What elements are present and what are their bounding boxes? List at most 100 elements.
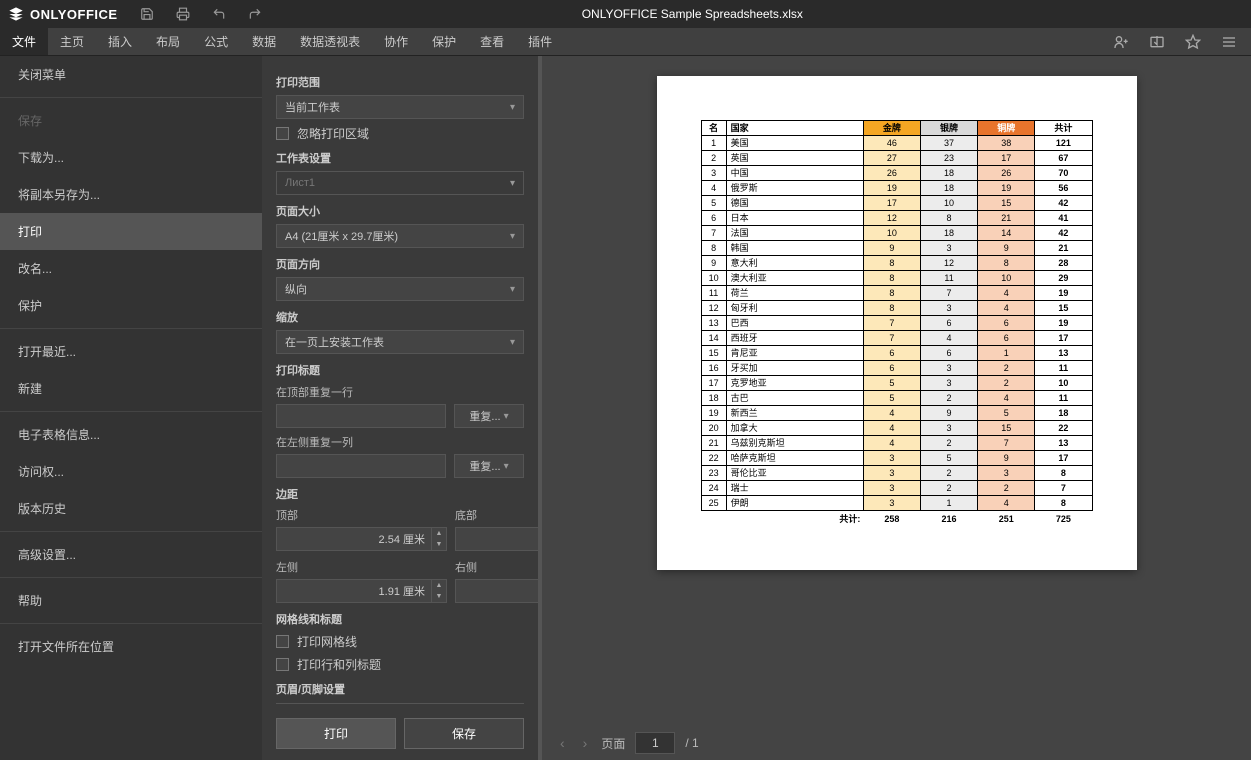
document-title: ONLYOFFICE Sample Spreadsheets.xlsx bbox=[142, 7, 1243, 21]
open-location-icon[interactable] bbox=[1149, 34, 1165, 50]
margin-left-input[interactable] bbox=[277, 585, 431, 597]
header-footer-label: 页眉/页脚设置 bbox=[276, 681, 524, 704]
sidebar-save-copy-as[interactable]: 将副本另存为... bbox=[0, 176, 262, 213]
prev-page-icon[interactable]: ‹ bbox=[556, 735, 569, 751]
sheet-settings-label: 工作表设置 bbox=[276, 150, 524, 166]
repeat-top-input[interactable] bbox=[276, 404, 446, 428]
table-row: 4俄罗斯19181956 bbox=[701, 181, 1092, 196]
menu-10[interactable]: 插件 bbox=[516, 28, 564, 55]
print-gridlines-label: 打印网格线 bbox=[297, 633, 357, 650]
page-total: / 1 bbox=[685, 736, 698, 750]
menu-6[interactable]: 数据透视表 bbox=[288, 28, 372, 55]
print-gridlines-checkbox[interactable] bbox=[276, 635, 289, 648]
chevron-down-icon: ▾ bbox=[510, 102, 515, 113]
chevron-down-icon: ▾ bbox=[504, 461, 509, 472]
star-icon[interactable] bbox=[1185, 34, 1201, 50]
up-icon[interactable]: ▲ bbox=[432, 528, 446, 539]
table-row: 19新西兰49518 bbox=[701, 406, 1092, 421]
titlebar: ONLYOFFICE ONLYOFFICE Sample Spreadsheet… bbox=[0, 0, 1251, 28]
chevron-down-icon: ▾ bbox=[510, 178, 515, 189]
menu-7[interactable]: 协作 bbox=[372, 28, 420, 55]
sidebar-rename[interactable]: 改名... bbox=[0, 250, 262, 287]
repeat-top-button[interactable]: 重复...▾ bbox=[454, 404, 524, 428]
table-row: 16牙买加63211 bbox=[701, 361, 1092, 376]
file-menu-sidebar: 关闭菜单 保存 下载为... 将副本另存为... 打印 改名... 保护 打开最… bbox=[0, 56, 262, 760]
menu-9[interactable]: 查看 bbox=[468, 28, 516, 55]
page-number-input[interactable] bbox=[635, 732, 675, 754]
sidebar-help[interactable]: 帮助 bbox=[0, 582, 262, 619]
sidebar-spreadsheet-info[interactable]: 电子表格信息... bbox=[0, 416, 262, 453]
sidebar-version-history[interactable]: 版本历史 bbox=[0, 490, 262, 527]
up-icon[interactable]: ▲ bbox=[432, 580, 446, 591]
menu-1[interactable]: 主页 bbox=[48, 28, 96, 55]
sidebar-download-as[interactable]: 下载为... bbox=[0, 139, 262, 176]
repeat-left-input[interactable] bbox=[276, 454, 446, 478]
totals-row: 共计:258216251725 bbox=[701, 511, 1092, 527]
next-page-icon[interactable]: › bbox=[579, 735, 592, 751]
gridlines-headings-label: 网格线和标题 bbox=[276, 611, 524, 627]
hamburger-icon[interactable] bbox=[1221, 34, 1237, 50]
col-total: 共计 bbox=[1035, 121, 1092, 136]
col-rank: 名 bbox=[701, 121, 726, 136]
col-bronze: 铜牌 bbox=[978, 121, 1035, 136]
ignore-print-area-checkbox[interactable] bbox=[276, 127, 289, 140]
save-button[interactable]: 保存 bbox=[404, 718, 524, 749]
margin-top-spinner[interactable]: ▲▼ bbox=[276, 527, 447, 551]
sidebar-print[interactable]: 打印 bbox=[0, 213, 262, 250]
col-country: 国家 bbox=[726, 121, 863, 136]
ignore-print-area-label: 忽略打印区域 bbox=[297, 125, 369, 142]
table-row: 25伊朗3148 bbox=[701, 496, 1092, 511]
orientation-label: 页面方向 bbox=[276, 256, 524, 272]
add-user-icon[interactable] bbox=[1113, 34, 1129, 50]
margin-bottom-spinner[interactable]: ▲▼ bbox=[455, 527, 542, 551]
scaling-select[interactable]: 在一页上安装工作表▾ bbox=[276, 330, 524, 354]
repeat-left-label: 在左侧重复一列 bbox=[276, 434, 524, 450]
page-size-label: 页面大小 bbox=[276, 203, 524, 219]
chevron-down-icon: ▾ bbox=[510, 337, 515, 348]
page-size-select[interactable]: A4 (21厘米 x 29.7厘米)▾ bbox=[276, 224, 524, 248]
menu-0[interactable]: 文件 bbox=[0, 28, 48, 55]
down-icon[interactable]: ▼ bbox=[432, 539, 446, 550]
print-headings-checkbox[interactable] bbox=[276, 658, 289, 671]
print-range-label: 打印范围 bbox=[276, 74, 524, 90]
print-button[interactable]: 打印 bbox=[276, 718, 396, 749]
table-row: 11荷兰87419 bbox=[701, 286, 1092, 301]
sidebar-new[interactable]: 新建 bbox=[0, 370, 262, 407]
menu-5[interactable]: 数据 bbox=[240, 28, 288, 55]
table-row: 7法国10181442 bbox=[701, 226, 1092, 241]
menu-3[interactable]: 布局 bbox=[144, 28, 192, 55]
preview-page: 名国家金牌银牌铜牌共计 1美国4637381212英国272317673中国26… bbox=[657, 76, 1137, 570]
sidebar-access-rights[interactable]: 访问权... bbox=[0, 453, 262, 490]
sidebar-open-file-location[interactable]: 打开文件所在位置 bbox=[0, 628, 262, 665]
table-row: 10澳大利亚8111029 bbox=[701, 271, 1092, 286]
margin-right-input[interactable] bbox=[456, 585, 542, 597]
menu-8[interactable]: 保护 bbox=[420, 28, 468, 55]
menu-4[interactable]: 公式 bbox=[192, 28, 240, 55]
table-row: 15肯尼亚66113 bbox=[701, 346, 1092, 361]
sidebar-open-recent[interactable]: 打开最近... bbox=[0, 333, 262, 370]
table-row: 13巴西76619 bbox=[701, 316, 1092, 331]
orientation-select[interactable]: 纵向▾ bbox=[276, 277, 524, 301]
print-preview-area: 名国家金牌银牌铜牌共计 1美国4637381212英国272317673中国26… bbox=[542, 56, 1251, 760]
margin-right-label: 右侧 bbox=[455, 559, 542, 575]
table-row: 23哥伦比亚3238 bbox=[701, 466, 1092, 481]
margin-right-spinner[interactable]: ▲▼ bbox=[455, 579, 542, 603]
margin-top-input[interactable] bbox=[277, 533, 431, 545]
margin-left-spinner[interactable]: ▲▼ bbox=[276, 579, 447, 603]
sidebar-advanced-settings[interactable]: 高级设置... bbox=[0, 536, 262, 573]
repeat-left-button[interactable]: 重复...▾ bbox=[454, 454, 524, 478]
margin-left-label: 左侧 bbox=[276, 559, 447, 575]
print-headings-label: 打印行和列标题 bbox=[297, 656, 381, 673]
margin-bottom-input[interactable] bbox=[456, 533, 542, 545]
table-row: 12匈牙利83415 bbox=[701, 301, 1092, 316]
app-name: ONLYOFFICE bbox=[30, 7, 118, 22]
menu-2[interactable]: 插入 bbox=[96, 28, 144, 55]
table-row: 1美国463738121 bbox=[701, 136, 1092, 151]
table-row: 3中国26182670 bbox=[701, 166, 1092, 181]
sidebar-close-menu[interactable]: 关闭菜单 bbox=[0, 56, 262, 93]
sheet-settings-select: Лист1▾ bbox=[276, 171, 524, 195]
sidebar-protect[interactable]: 保护 bbox=[0, 287, 262, 324]
down-icon[interactable]: ▼ bbox=[432, 591, 446, 602]
print-range-select[interactable]: 当前工作表▾ bbox=[276, 95, 524, 119]
table-row: 5德国17101542 bbox=[701, 196, 1092, 211]
